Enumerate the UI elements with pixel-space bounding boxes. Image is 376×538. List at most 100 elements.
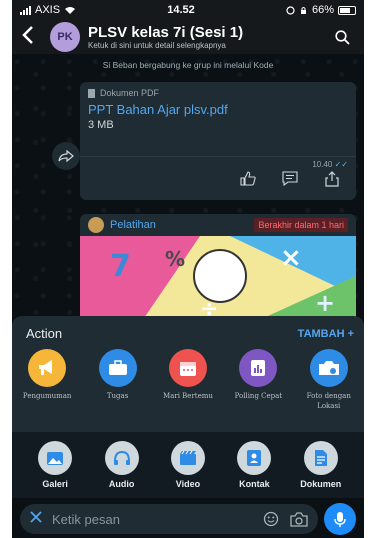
media-gallery-circle	[38, 441, 73, 475]
pdf-file-icon	[88, 88, 95, 98]
camera-location-icon	[318, 361, 339, 375]
poll-icon	[251, 360, 266, 376]
poll-avatar	[88, 217, 104, 233]
svg-text:+: +	[315, 289, 335, 317]
camera-icon	[290, 511, 308, 527]
contact-icon	[247, 450, 262, 466]
status-right: 66%	[286, 4, 356, 16]
action-meeting-label: Mari Bertemu	[163, 392, 213, 400]
carrier-label: AXIS	[35, 4, 61, 16]
message-actions	[80, 156, 356, 200]
action-items: Pengumuman Tugas Mari Bertemu Polling Ce…	[12, 341, 364, 412]
poll-header: Pelatihan Berakhir dalam 1 hari	[80, 214, 356, 236]
comment-icon	[282, 171, 298, 186]
gallery-icon	[47, 451, 64, 465]
media-panel: Galeri Audio Video Kontak Dokumen	[12, 432, 364, 498]
back-button[interactable]	[22, 26, 44, 48]
media-document-circle	[303, 441, 338, 475]
document-type-label: Dokumen PDF	[100, 88, 160, 98]
thumbs-up-icon	[240, 171, 256, 186]
action-title: Action	[26, 326, 63, 341]
media-contact[interactable]: Kontak	[227, 441, 281, 489]
back-arrow-icon	[22, 26, 33, 44]
close-attachments-button[interactable]	[30, 510, 42, 528]
action-announcement[interactable]: Pengumuman	[16, 349, 78, 412]
search-icon	[334, 29, 350, 45]
action-assignment-label: Tugas	[106, 392, 129, 400]
media-video-label: Video	[175, 479, 201, 489]
document-type: Dokumen PDF	[80, 82, 356, 98]
media-document[interactable]: Dokumen	[294, 441, 348, 489]
status-time: 14.52	[167, 4, 195, 16]
system-message: Si Beban bergabung ke grup ini melalui K…	[102, 60, 274, 70]
emoji-icon	[263, 511, 279, 527]
media-contact-label: Kontak	[239, 479, 270, 489]
media-video[interactable]: Video	[161, 441, 215, 489]
action-quick-poll-label: Polling Cepat	[234, 392, 283, 400]
media-gallery[interactable]: Galeri	[28, 441, 82, 489]
action-photo-location[interactable]: Foto dengan Lokasi	[298, 349, 360, 412]
battery-percent: 66%	[311, 4, 334, 16]
forward-button[interactable]	[52, 142, 80, 170]
voice-message-button[interactable]	[324, 503, 356, 535]
message-input-box	[20, 504, 318, 534]
document-file-name[interactable]: PPT Bahan Ajar plsv.pdf	[80, 98, 356, 117]
document-size: 3 MB	[88, 119, 114, 131]
action-announcement-label: Pengumuman	[22, 392, 72, 400]
video-icon	[179, 450, 196, 465]
chat-header[interactable]: PK PLSV kelas 7i (Sesi 1) Ketuk di sini …	[12, 20, 364, 54]
briefcase-icon	[108, 360, 127, 375]
poll-name: Pelatihan	[110, 219, 156, 231]
status-bar: AXIS 14.52 66%	[12, 0, 364, 20]
group-title: PLSV kelas 7i (Sesi 1)	[88, 24, 244, 41]
svg-text:%: %	[165, 247, 185, 271]
wifi-icon	[65, 6, 76, 14]
like-button[interactable]	[238, 170, 258, 188]
headphones-icon	[113, 450, 130, 465]
poll-message[interactable]: Pelatihan Berakhir dalam 1 hari 7 × ÷ + …	[80, 214, 356, 324]
media-document-label: Dokumen	[300, 479, 342, 489]
action-assignment[interactable]: Tugas	[87, 349, 149, 412]
group-subtitle: Ketuk di sini untuk detail selengkapnya	[88, 41, 226, 50]
share-button[interactable]	[322, 170, 342, 188]
alarm-icon	[286, 5, 295, 15]
status-left: AXIS	[20, 4, 76, 16]
action-panel: Action TAMBAH + Pengumuman Tugas Mari Be…	[12, 316, 364, 432]
emoji-button[interactable]	[262, 510, 280, 528]
signal-icon	[20, 5, 31, 15]
phone-screen: AXIS 14.52 66% PK PLSV kelas 7i (Sesi 1)…	[12, 0, 364, 538]
group-avatar[interactable]: PK	[50, 22, 80, 52]
media-video-circle	[170, 441, 205, 475]
svg-text:×: ×	[280, 243, 302, 273]
add-action-button[interactable]: TAMBAH +	[298, 328, 354, 340]
poll-image[interactable]: 7 × ÷ + %	[80, 236, 356, 324]
action-panel-header: Action TAMBAH +	[12, 316, 364, 341]
action-quick-poll[interactable]: Polling Cepat	[227, 349, 289, 412]
comment-button[interactable]	[280, 170, 300, 188]
svg-text:7: 7	[110, 249, 131, 284]
share-icon	[325, 170, 339, 187]
action-quick-poll-circle	[239, 349, 278, 387]
lock-rotation-icon	[300, 6, 306, 14]
microphone-icon	[334, 511, 346, 527]
media-audio-label: Audio	[108, 479, 135, 489]
media-contact-circle	[237, 441, 272, 475]
media-audio[interactable]: Audio	[95, 441, 149, 489]
media-audio-circle	[104, 441, 139, 475]
poll-expiry-badge: Berakhir dalam 1 hari	[254, 218, 348, 232]
action-meeting[interactable]: Mari Bertemu	[157, 349, 219, 412]
group-info[interactable]: PLSV kelas 7i (Sesi 1) Ketuk di sini unt…	[88, 24, 330, 50]
search-button[interactable]	[330, 25, 354, 49]
action-assignment-circle	[98, 349, 137, 387]
forward-icon	[58, 150, 74, 162]
message-input[interactable]	[52, 511, 252, 527]
action-photo-location-label: Foto dengan Lokasi	[306, 392, 351, 410]
megaphone-icon	[39, 360, 53, 375]
document-icon	[314, 450, 327, 466]
math-illustration: 7 × ÷ + %	[80, 236, 356, 324]
close-icon	[30, 511, 42, 523]
action-meeting-circle	[168, 349, 207, 387]
battery-icon	[337, 5, 356, 15]
media-gallery-label: Galeri	[42, 479, 68, 489]
camera-button[interactable]	[290, 510, 308, 528]
